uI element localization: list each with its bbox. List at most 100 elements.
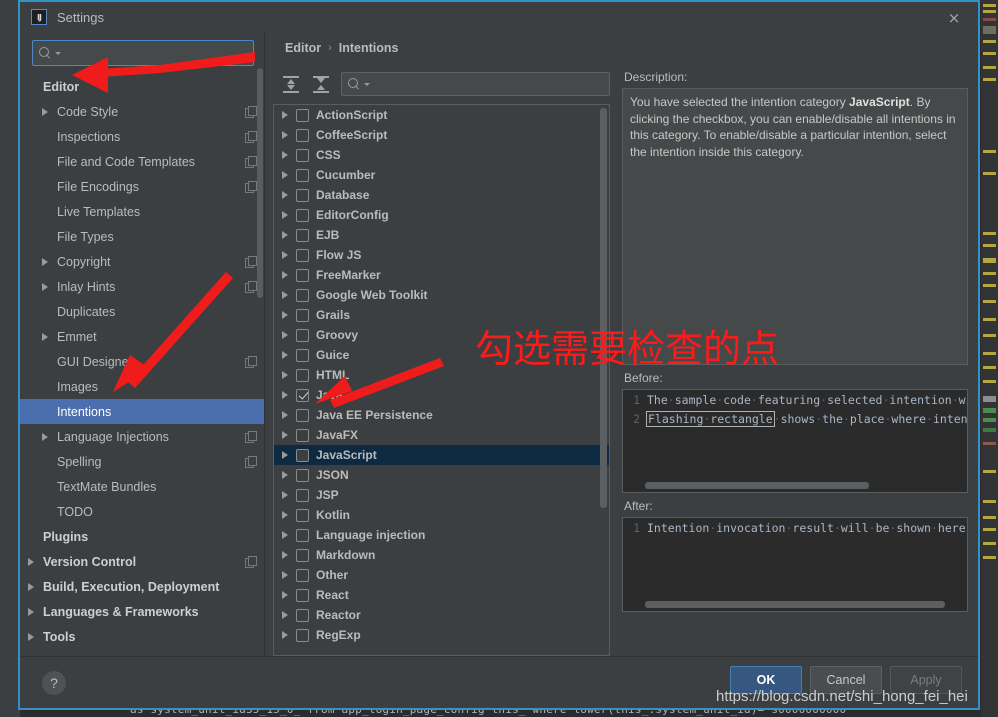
- expand-arrow-icon[interactable]: [28, 607, 34, 616]
- intention-checkbox[interactable]: [296, 428, 309, 442]
- expand-arrow-icon[interactable]: [282, 291, 288, 299]
- sidebar-item-images[interactable]: Images: [20, 374, 264, 399]
- intention-row[interactable]: Database: [274, 185, 609, 205]
- sidebar-item-plugins[interactable]: Plugins: [20, 524, 264, 549]
- intention-checkbox[interactable]: [296, 348, 309, 362]
- expand-arrow-icon[interactable]: [282, 611, 288, 619]
- intention-row[interactable]: RegExp: [274, 625, 609, 645]
- intention-row[interactable]: JavaScript: [274, 445, 609, 465]
- intention-checkbox[interactable]: [296, 528, 309, 542]
- intention-row[interactable]: FreeMarker: [274, 265, 609, 285]
- intention-checkbox[interactable]: [296, 628, 309, 642]
- copy-settings-icon[interactable]: [245, 356, 257, 368]
- copy-settings-icon[interactable]: [245, 556, 257, 568]
- before-code-preview[interactable]: 1 The·sample·code·featuring·selected·inte…: [622, 389, 968, 493]
- sidebar-item-textmate-bundles[interactable]: TextMate Bundles: [20, 474, 264, 499]
- intention-checkbox[interactable]: [296, 288, 309, 302]
- expand-arrow-icon[interactable]: [282, 351, 288, 359]
- sidebar-item-file-types[interactable]: File Types: [20, 224, 264, 249]
- intention-checkbox[interactable]: [296, 468, 309, 482]
- intention-checkbox[interactable]: [296, 448, 309, 462]
- intention-checkbox[interactable]: [296, 168, 309, 182]
- copy-settings-icon[interactable]: [245, 106, 257, 118]
- intention-checkbox[interactable]: [296, 228, 309, 242]
- before-horizontal-scrollbar[interactable]: [645, 482, 869, 489]
- intention-row[interactable]: JSP: [274, 485, 609, 505]
- intention-checkbox[interactable]: [296, 128, 309, 142]
- intention-row[interactable]: Cucumber: [274, 165, 609, 185]
- intention-row[interactable]: ActionScript: [274, 105, 609, 125]
- sidebar-item-live-templates[interactable]: Live Templates: [20, 199, 264, 224]
- analysis-gutter-strip[interactable]: [981, 0, 998, 717]
- sidebar-item-spelling[interactable]: Spelling: [20, 449, 264, 474]
- sidebar-item-inlay-hints[interactable]: Inlay Hints: [20, 274, 264, 299]
- intentions-tree[interactable]: ActionScript CoffeeScript CSS Cucumber Datab…: [273, 104, 610, 656]
- expand-arrow-icon[interactable]: [42, 432, 48, 441]
- copy-settings-icon[interactable]: [245, 256, 257, 268]
- expand-arrow-icon[interactable]: [282, 131, 288, 139]
- expand-arrow-icon[interactable]: [282, 171, 288, 179]
- expand-arrow-icon[interactable]: [282, 511, 288, 519]
- sidebar-search-input[interactable]: [61, 46, 247, 60]
- sidebar-item-code-style[interactable]: Code Style: [20, 99, 264, 124]
- expand-arrow-icon[interactable]: [282, 191, 288, 199]
- intention-checkbox[interactable]: [296, 608, 309, 622]
- expand-arrow-icon[interactable]: [28, 582, 34, 591]
- intention-row[interactable]: Kotlin: [274, 505, 609, 525]
- intentions-search-field[interactable]: [341, 72, 610, 96]
- expand-arrow-icon[interactable]: [282, 451, 288, 459]
- intention-row[interactable]: CoffeeScript: [274, 125, 609, 145]
- apply-button[interactable]: Apply: [890, 666, 962, 694]
- sidebar-item-other-settings[interactable]: Other Settings: [20, 649, 264, 657]
- sidebar-item-gui-designer[interactable]: GUI Designer: [20, 349, 264, 374]
- sidebar-scrollbar[interactable]: [257, 68, 263, 298]
- expand-arrow-icon[interactable]: [282, 391, 288, 399]
- intention-row[interactable]: React: [274, 585, 609, 605]
- intention-checkbox[interactable]: [296, 208, 309, 222]
- copy-settings-icon[interactable]: [245, 431, 257, 443]
- expand-arrow-icon[interactable]: [282, 571, 288, 579]
- breadcrumb-root[interactable]: Editor: [285, 41, 321, 55]
- intention-row[interactable]: Java: [274, 385, 609, 405]
- expand-arrow-icon[interactable]: [282, 411, 288, 419]
- expand-arrow-icon[interactable]: [28, 632, 34, 641]
- ok-button[interactable]: OK: [730, 666, 802, 694]
- sidebar-item-duplicates[interactable]: Duplicates: [20, 299, 264, 324]
- expand-arrow-icon[interactable]: [282, 591, 288, 599]
- expand-arrow-icon[interactable]: [282, 271, 288, 279]
- expand-arrow-icon[interactable]: [282, 371, 288, 379]
- intention-checkbox[interactable]: [296, 368, 309, 382]
- close-icon[interactable]: ×: [940, 8, 968, 28]
- cancel-button[interactable]: Cancel: [810, 666, 882, 694]
- intention-checkbox[interactable]: [296, 388, 309, 402]
- intention-checkbox[interactable]: [296, 268, 309, 282]
- sidebar-item-intentions[interactable]: Intentions: [20, 399, 264, 424]
- intention-row[interactable]: Java EE Persistence: [274, 405, 609, 425]
- intention-row[interactable]: Groovy: [274, 325, 609, 345]
- intention-row[interactable]: Google Web Toolkit: [274, 285, 609, 305]
- copy-settings-icon[interactable]: [245, 281, 257, 293]
- expand-arrow-icon[interactable]: [42, 282, 48, 291]
- expand-all-icon[interactable]: [281, 75, 301, 93]
- intention-checkbox[interactable]: [296, 508, 309, 522]
- intention-row[interactable]: JavaFX: [274, 425, 609, 445]
- intention-row[interactable]: Guice: [274, 345, 609, 365]
- expand-arrow-icon[interactable]: [42, 332, 48, 341]
- intention-checkbox[interactable]: [296, 308, 309, 322]
- intention-row[interactable]: JSON: [274, 465, 609, 485]
- sidebar-item-file-and-code-templates[interactable]: File and Code Templates: [20, 149, 264, 174]
- expand-arrow-icon[interactable]: [282, 631, 288, 639]
- expand-arrow-icon[interactable]: [282, 491, 288, 499]
- intention-checkbox[interactable]: [296, 488, 309, 502]
- intention-checkbox[interactable]: [296, 328, 309, 342]
- copy-settings-icon[interactable]: [245, 456, 257, 468]
- intention-checkbox[interactable]: [296, 108, 309, 122]
- sidebar-item-emmet[interactable]: Emmet: [20, 324, 264, 349]
- sidebar-item-inspections[interactable]: Inspections: [20, 124, 264, 149]
- copy-settings-icon[interactable]: [245, 181, 257, 193]
- expand-arrow-icon[interactable]: [282, 531, 288, 539]
- sidebar-item-todo[interactable]: TODO: [20, 499, 264, 524]
- expand-arrow-icon[interactable]: [282, 471, 288, 479]
- expand-arrow-icon[interactable]: [282, 551, 288, 559]
- intention-row[interactable]: Reactor: [274, 605, 609, 625]
